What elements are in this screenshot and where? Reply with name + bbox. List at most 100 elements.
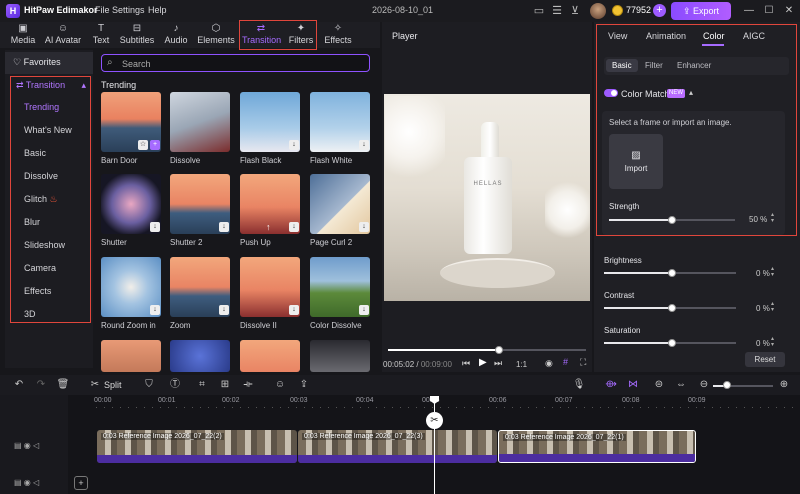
- sidebar-item-basic[interactable]: Basic: [12, 143, 90, 163]
- close-icon[interactable]: ✕: [782, 4, 796, 18]
- zoom-in-icon[interactable]: ⊕: [777, 378, 791, 392]
- download-icon[interactable]: ↓: [359, 140, 369, 150]
- timeline-clip[interactable]: 0:03 Reference Image 2026_07_22(3): [298, 430, 497, 463]
- tool-transition[interactable]: ⇄ Transition: [242, 22, 281, 48]
- split-icon[interactable]: ✂: [88, 378, 102, 392]
- download-icon[interactable]: ⊻: [568, 4, 582, 18]
- download-icon[interactable]: ↓: [289, 140, 299, 150]
- menu-file[interactable]: File: [95, 5, 110, 15]
- tab-color[interactable]: Color: [703, 31, 725, 41]
- tab-aigc[interactable]: AIGC: [743, 31, 765, 41]
- download-icon[interactable]: ↓: [359, 222, 369, 232]
- snap-icon[interactable]: ⊜: [652, 378, 666, 392]
- add-icon[interactable]: +: [150, 140, 160, 150]
- link-icon[interactable]: ⟴: [604, 378, 618, 392]
- redo-icon[interactable]: ↷: [34, 378, 48, 392]
- saturation-slider-knob[interactable]: [668, 339, 676, 347]
- chevron-up-icon[interactable]: ▴: [689, 88, 693, 97]
- add-track-icon[interactable]: +: [74, 476, 88, 490]
- play-icon[interactable]: ▶: [479, 357, 487, 368]
- timeline-clip-selected[interactable]: 0:03 Reference Image 2026_07_22(1): [498, 430, 696, 463]
- transition-thumb-dissolve[interactable]: [170, 92, 230, 152]
- tool-subtitles[interactable]: ⊟ Subtitles: [118, 22, 156, 48]
- scrubber-knob[interactable]: [495, 346, 503, 354]
- strength-slider-knob[interactable]: [668, 216, 676, 224]
- menu-settings[interactable]: Settings: [112, 5, 145, 15]
- user-avatar[interactable]: [590, 3, 606, 19]
- import-button[interactable]: ▨ Import: [609, 134, 663, 189]
- stepper-icon[interactable]: ▴ ▾: [771, 301, 774, 313]
- next-frame-icon[interactable]: ⏭: [494, 358, 502, 369]
- shield-icon[interactable]: ⛉: [142, 378, 156, 392]
- tool-filters[interactable]: ✦ Filters: [286, 22, 316, 48]
- tool-text[interactable]: T Text: [88, 22, 114, 48]
- transition-category-header[interactable]: ⇄ Transition ▴: [12, 76, 90, 94]
- layout-icon[interactable]: ☰: [550, 4, 564, 18]
- sidebar-item-dissolve[interactable]: Dissolve: [12, 166, 90, 186]
- tab-view[interactable]: View: [608, 31, 627, 41]
- fullscreen-icon[interactable]: ⛶: [580, 357, 586, 368]
- camera-icon[interactable]: ◉: [545, 358, 553, 369]
- add-credits-button[interactable]: +: [653, 4, 666, 17]
- export-clip-icon[interactable]: ⇪: [297, 378, 311, 392]
- tool-audio[interactable]: ♪ Audio: [161, 22, 191, 48]
- brightness-value[interactable]: 0 %: [756, 269, 770, 278]
- color-match-toggle[interactable]: [604, 89, 618, 97]
- download-icon[interactable]: ↓: [289, 305, 299, 315]
- timeline-clip[interactable]: 0:03 Reference Image 2026_07_22(2): [97, 430, 297, 463]
- fit-icon[interactable]: ⇔: [674, 378, 688, 392]
- contrast-slider-knob[interactable]: [668, 304, 676, 312]
- zoom-out-icon[interactable]: ⊖: [697, 378, 711, 392]
- tab-animation[interactable]: Animation: [646, 31, 686, 41]
- stepper-icon[interactable]: ▴ ▾: [771, 266, 774, 278]
- track-audio-icon[interactable]: ▤ ◉ ◁: [14, 478, 39, 487]
- person-icon[interactable]: ☺: [273, 378, 287, 392]
- star-icon[interactable]: ☆: [138, 140, 148, 150]
- crop-icon[interactable]: ⌗: [195, 378, 209, 392]
- tool-effects[interactable]: ✧ Effects: [322, 22, 354, 48]
- download-icon[interactable]: ↓: [150, 222, 160, 232]
- transition-thumb[interactable]: [170, 340, 230, 372]
- download-icon[interactable]: ↓: [219, 305, 229, 315]
- magnet-icon[interactable]: ⋈: [626, 378, 640, 392]
- strength-value[interactable]: 50 %: [749, 215, 767, 224]
- sidebar-item-blur[interactable]: Blur: [12, 212, 90, 232]
- sidebar-item-slideshow[interactable]: Slideshow: [12, 235, 90, 255]
- prev-frame-icon[interactable]: ⏮: [462, 358, 470, 369]
- download-icon[interactable]: ↓: [219, 222, 229, 232]
- sidebar-item-glitch[interactable]: Glitch ♨: [12, 189, 90, 209]
- zoom-slider-knob[interactable]: [723, 381, 731, 389]
- tool-ai-avatar[interactable]: ☺ AI Avatar: [42, 22, 84, 48]
- track-lock-icon[interactable]: ▤ ◉ ◁: [14, 441, 39, 450]
- tool-media[interactable]: ▣ Media: [6, 22, 40, 48]
- grid-icon[interactable]: #: [563, 357, 568, 367]
- tool-elements[interactable]: ⬡ Elements: [196, 22, 236, 48]
- undo-icon[interactable]: ↶: [12, 378, 26, 392]
- sidebar-item-trending[interactable]: Trending: [12, 97, 90, 117]
- download-icon[interactable]: ↓: [289, 222, 299, 232]
- aspect-ratio[interactable]: 1:1: [516, 360, 527, 369]
- stepper-icon[interactable]: ▴ ▾: [771, 212, 774, 224]
- reset-button[interactable]: Reset: [745, 352, 785, 367]
- transition-thumb[interactable]: [240, 340, 300, 372]
- mirror-icon[interactable]: ⟛: [241, 378, 255, 392]
- export-button[interactable]: ⇪ Export: [671, 2, 731, 20]
- subtab-enhancer[interactable]: Enhancer: [677, 61, 711, 70]
- download-icon[interactable]: ↓: [150, 305, 160, 315]
- sidebar-item-3d[interactable]: 3D: [12, 304, 90, 324]
- sidebar-item-camera[interactable]: Camera: [12, 258, 90, 278]
- subtab-filter[interactable]: Filter: [645, 61, 663, 70]
- delete-icon[interactable]: 🗑: [56, 378, 70, 392]
- download-icon[interactable]: ↓: [359, 305, 369, 315]
- brightness-slider-knob[interactable]: [668, 269, 676, 277]
- microphone-icon[interactable]: 🎙: [572, 378, 586, 392]
- sidebar-item-effects[interactable]: Effects: [12, 281, 90, 301]
- text-tool-icon[interactable]: Ⓣ: [168, 378, 182, 392]
- freeze-icon[interactable]: ⊞: [218, 378, 232, 392]
- subtab-basic[interactable]: Basic: [606, 59, 638, 72]
- menu-help[interactable]: Help: [148, 5, 167, 15]
- split-label[interactable]: Split: [104, 380, 122, 390]
- saturation-value[interactable]: 0 %: [756, 339, 770, 348]
- contrast-value[interactable]: 0 %: [756, 304, 770, 313]
- stepper-icon[interactable]: ▴ ▾: [771, 336, 774, 348]
